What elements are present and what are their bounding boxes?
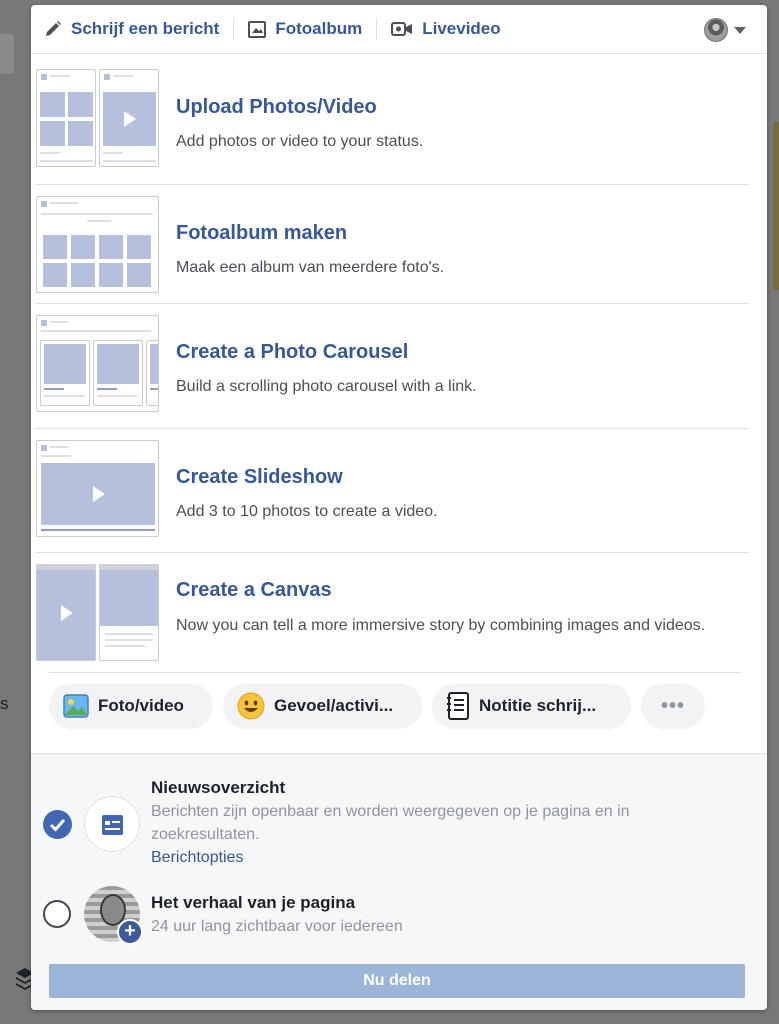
option-title: Upload Photos/Video: [176, 96, 377, 118]
video-camera-icon: [391, 22, 413, 36]
option-description: Now you can tell a more immersive story …: [176, 617, 706, 634]
option-create-photo-album[interactable]: Fotoalbum maken Maak een album van meerd…: [36, 185, 749, 304]
option-text: Fotoalbum maken Maak een album van meerd…: [160, 196, 444, 279]
composer-options: Upload Photos/Video Add photos or video …: [31, 54, 767, 672]
write-note-button[interactable]: Notitie schrij...: [432, 683, 631, 729]
option-text: Upload Photos/Video Add photos or video …: [160, 69, 423, 153]
photo-landscape-icon: [63, 694, 89, 718]
smiley-icon: [237, 692, 265, 720]
pencil-icon: [46, 21, 61, 36]
page-story-radio[interactable]: [43, 900, 71, 928]
avatar: [704, 18, 728, 42]
more-icon: •••: [660, 694, 685, 717]
background-photo-edge: [773, 122, 779, 290]
thumb-frame: [36, 315, 159, 412]
option-description: Add photos or video to your status.: [176, 133, 424, 150]
option-description: Add 3 to 10 photos to create a video.: [176, 503, 438, 520]
pill-label: Notitie schrij...: [479, 696, 597, 715]
photo-icon: [248, 20, 267, 38]
background-text: s: [0, 694, 9, 713]
tab-separator: [233, 18, 235, 40]
chevron-down-icon: [734, 26, 746, 34]
destination-title: Nieuwsoverzicht: [151, 778, 286, 797]
option-title: Fotoalbum maken: [176, 222, 348, 244]
thumb-frame: [36, 440, 159, 537]
thumb-frame: [36, 69, 96, 167]
thumb-frame: [99, 564, 159, 661]
play-icon: [61, 605, 73, 621]
destination-title: Het verhaal van je pagina: [151, 893, 356, 912]
notebook-icon: [447, 692, 469, 720]
share-destinations: Nieuwsoverzicht Berichten zijn openbaar …: [31, 753, 767, 1010]
photo-video-button[interactable]: Foto/video: [49, 683, 213, 729]
option-text: Create a Canvas Now you can tell a more …: [160, 564, 736, 637]
option-create-canvas[interactable]: Create a Canvas Now you can tell a more …: [36, 553, 749, 672]
post-composer: Schrijf een bericht Fotoalbum Livevideo: [31, 5, 767, 1010]
option-create-photo-carousel[interactable]: Create a Photo Carousel Build a scrollin…: [36, 304, 749, 429]
thumb-frame: [99, 69, 159, 167]
news-feed-checkbox[interactable]: [43, 810, 72, 839]
profile-selector[interactable]: [704, 18, 746, 42]
pill-label: Foto/video: [98, 696, 184, 715]
tab-label: Schrijf een bericht: [71, 19, 220, 38]
thumb-frame: [36, 564, 96, 661]
option-text: Create a Photo Carousel Build a scrollin…: [160, 315, 477, 398]
option-text: Create Slideshow Add 3 to 10 photos to c…: [160, 440, 438, 523]
option-thumbnail: [36, 315, 160, 413]
pill-label: Gevoel/activi...: [274, 696, 394, 715]
tab-write-post[interactable]: Schrijf een bericht: [44, 5, 219, 54]
thumb-frame: [36, 196, 159, 293]
play-icon: [124, 111, 136, 127]
feeling-activity-button[interactable]: Gevoel/activi...: [223, 683, 422, 729]
option-title: Create a Canvas: [176, 579, 332, 601]
tab-label: Livevideo: [422, 19, 501, 38]
feed-glyph-icon: [102, 815, 123, 835]
play-icon: [93, 486, 105, 502]
option-title: Create Slideshow: [176, 466, 343, 488]
composer-tabbar: Schrijf een bericht Fotoalbum Livevideo: [31, 5, 767, 54]
checkmark-icon: [49, 818, 66, 832]
option-title: Create a Photo Carousel: [176, 341, 409, 363]
tab-separator: [376, 18, 378, 40]
news-feed-icon: [84, 796, 140, 852]
option-description: Maak een album van meerdere foto's.: [176, 259, 445, 276]
option-thumbnail: [36, 564, 160, 662]
background-panel: [0, 34, 14, 74]
plus-icon: +: [117, 919, 143, 945]
destination-description: Berichten zijn openbaar en worden weerge…: [151, 803, 630, 843]
option-description: Build a scrolling photo carousel with a …: [176, 378, 477, 395]
tab-live-video[interactable]: Livevideo: [391, 5, 501, 54]
share-now-button[interactable]: Nu delen: [49, 964, 745, 998]
tab-label: Fotoalbum: [275, 19, 363, 38]
option-thumbnail: [36, 440, 160, 538]
option-create-slideshow[interactable]: Create Slideshow Add 3 to 10 photos to c…: [36, 429, 749, 553]
post-options-link[interactable]: Berichtopties: [151, 849, 244, 867]
destination-description: 24 uur lang zichtbaar voor iedereen: [151, 918, 403, 935]
option-thumbnail: [36, 69, 160, 169]
option-upload-photos-video[interactable]: Upload Photos/Video Add photos or video …: [36, 54, 749, 185]
option-thumbnail: [36, 196, 160, 294]
composer-actions: Foto/video Gevoel/activi... Notitie schr…: [31, 673, 767, 729]
tab-photo-album[interactable]: Fotoalbum: [248, 5, 362, 54]
more-options-button[interactable]: •••: [641, 683, 705, 729]
